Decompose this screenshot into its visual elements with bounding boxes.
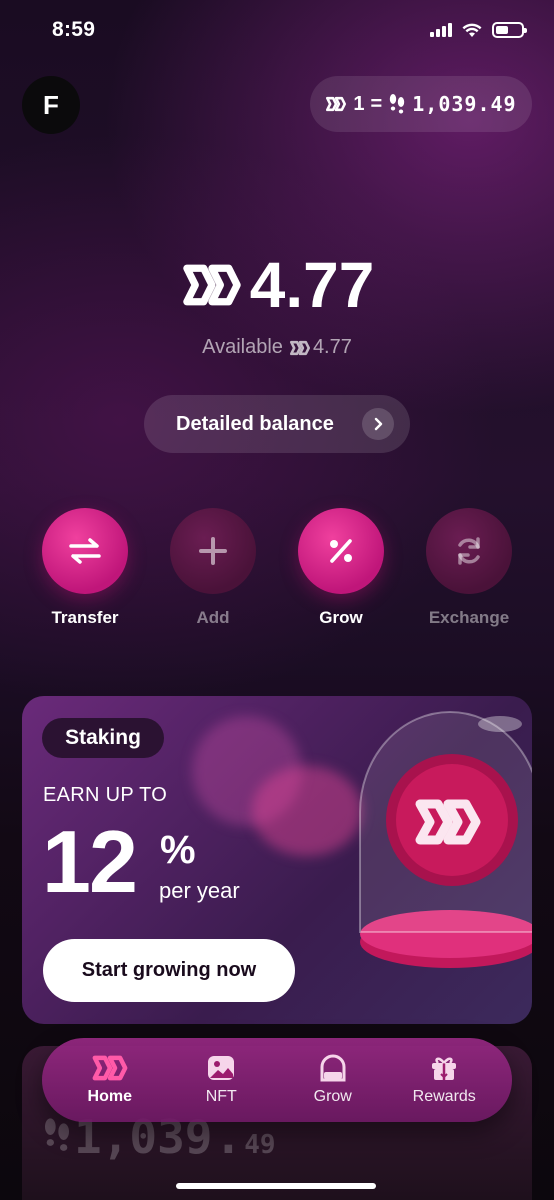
available-label: Available: [202, 336, 283, 358]
transfer-icon: [69, 538, 101, 564]
home-indicator[interactable]: [176, 1183, 376, 1189]
grow-label: Grow: [319, 608, 363, 627]
chevron-right-icon: [362, 408, 394, 440]
avatar[interactable]: F: [22, 76, 80, 134]
transfer-label: Transfer: [51, 608, 119, 627]
tab-home[interactable]: Home: [60, 1054, 160, 1106]
transfer-button[interactable]: [42, 508, 128, 594]
grow-action[interactable]: Grow: [286, 508, 396, 628]
add-label: Add: [196, 608, 230, 627]
add-action[interactable]: Add: [158, 508, 268, 628]
grow-dome-icon: [320, 1054, 346, 1082]
staking-period: per year: [159, 878, 240, 903]
exchange-icon: [458, 537, 480, 565]
footprints-icon: [390, 94, 405, 114]
staking-rate-unit: %: [160, 828, 196, 872]
status-time: 8:59: [52, 18, 96, 41]
status-bar: 8:59: [0, 0, 554, 60]
coin-logo-icon: [326, 96, 347, 112]
balance-amount: 4.77: [249, 249, 375, 321]
tab-nft-label: NFT: [205, 1088, 237, 1105]
nft-image-icon: [208, 1056, 235, 1080]
rate-equals: =: [370, 92, 383, 115]
quick-actions: Transfer Add Grow Exchange: [0, 508, 554, 658]
grow-button[interactable]: [298, 508, 384, 594]
home-logo-icon: [92, 1055, 128, 1081]
rate-right-value: 1,039.49: [412, 92, 517, 116]
coin-logo-icon: [289, 340, 310, 355]
percent-icon: [330, 539, 352, 563]
signal-icon: [430, 23, 452, 37]
exchange-rate-pill[interactable]: 1 = 1,039.49: [310, 76, 532, 132]
exchange-button[interactable]: [426, 508, 512, 594]
tab-grow-label: Grow: [313, 1088, 352, 1105]
staking-rate-number: 12: [42, 812, 138, 911]
detailed-balance-label: Detailed balance: [176, 412, 334, 435]
main-balance: 4.77: [0, 248, 554, 322]
status-icons: [430, 22, 527, 38]
tab-nft[interactable]: NFT: [171, 1054, 271, 1106]
add-button[interactable]: [170, 508, 256, 594]
tab-rewards[interactable]: Rewards: [394, 1054, 494, 1106]
gift-icon: [432, 1057, 457, 1080]
wifi-icon: [462, 23, 482, 37]
staking-coin-illustration: [359, 711, 532, 968]
tab-home-label: Home: [87, 1088, 132, 1105]
steps-amount-decimal: 49: [244, 1130, 276, 1160]
exchange-label: Exchange: [428, 608, 510, 627]
footprints-icon: [45, 1118, 69, 1151]
earn-up-to-text: EARN UP TO: [43, 784, 168, 806]
plus-icon: [199, 537, 227, 565]
tab-rewards-label: Rewards: [412, 1088, 476, 1105]
rate-left-value: 1: [353, 92, 365, 115]
available-balance: Available 4.77: [0, 336, 554, 359]
available-amount: 4.77: [312, 336, 352, 358]
transfer-action[interactable]: Transfer: [30, 508, 140, 628]
start-growing-button[interactable]: Start growing now: [43, 939, 295, 1002]
staking-tag: Staking: [42, 718, 164, 758]
bottom-tab-bar: Home NFT Grow Rewards: [42, 1038, 512, 1122]
tab-grow[interactable]: Grow: [283, 1054, 383, 1106]
coin-logo-icon: [182, 264, 241, 306]
staking-promo-card[interactable]: Staking EARN UP TO 12 % per year Start g…: [22, 696, 532, 1024]
battery-icon: [492, 22, 527, 38]
exchange-action[interactable]: Exchange: [414, 508, 524, 628]
detailed-balance-button[interactable]: Detailed balance: [144, 395, 410, 453]
